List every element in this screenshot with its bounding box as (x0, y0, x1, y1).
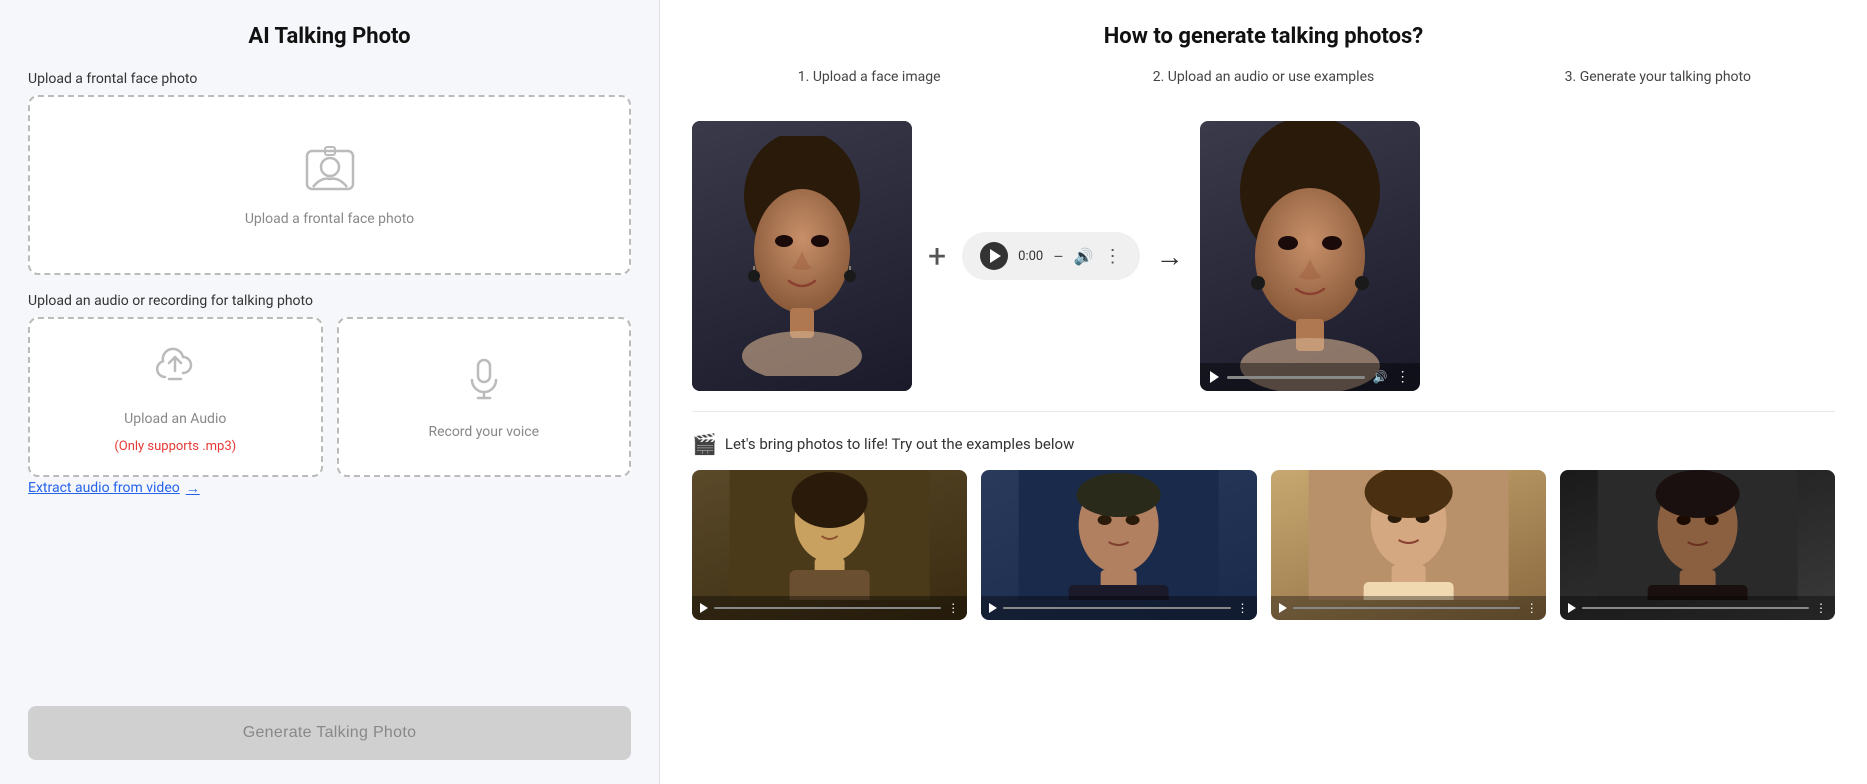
face-section-label: Upload a frontal face photo (28, 71, 631, 87)
audio-section-label: Upload an audio or recording for talking… (28, 293, 631, 309)
example-thumb-mona[interactable]: ⋮ (692, 470, 967, 620)
result-video-inner (1200, 121, 1420, 391)
thumb-controls-mona: ⋮ (692, 596, 967, 620)
thumb-controls-man1: ⋮ (981, 596, 1256, 620)
man1-progress (1003, 607, 1230, 609)
woman1-more-btn[interactable]: ⋮ (1526, 601, 1538, 615)
man1-more-btn[interactable]: ⋮ (1237, 601, 1249, 615)
volume-icon[interactable]: 🔊 (1074, 247, 1094, 266)
cloud-upload-icon (151, 341, 199, 393)
mona-play-btn[interactable] (700, 603, 708, 613)
demo-row: + 0:00 – 🔊 ⋮ → (692, 121, 1835, 412)
audio-player[interactable]: 0:00 – 🔊 ⋮ (962, 232, 1140, 280)
page-title: AI Talking Photo (28, 24, 631, 49)
woman1-progress (1293, 607, 1520, 609)
record-voice-zone[interactable]: Record your voice (337, 317, 632, 477)
left-panel: AI Talking Photo Upload a frontal face p… (0, 0, 660, 784)
arrow-separator: → (1156, 240, 1184, 273)
demo-photo-placeholder (692, 121, 912, 391)
result-more-button[interactable]: ⋮ (1396, 369, 1410, 385)
demo-face-photo (692, 121, 912, 391)
record-zone-inner: Record your voice (428, 319, 539, 475)
audio-upload-label: Upload an Audio (124, 411, 226, 427)
audio-mp3-note: (Only supports .mp3) (114, 439, 236, 454)
examples-header: 🎬 Let's bring photos to life! Try out th… (692, 432, 1835, 456)
step-3-label: 3. Generate your talking photo (1481, 69, 1835, 85)
generate-talking-photo-button[interactable]: Generate Talking Photo (28, 706, 631, 760)
audio-zone-inner: Upload an Audio (Only supports .mp3) (114, 319, 236, 475)
face-upload-section: Upload a frontal face photo Upload a fro… (28, 71, 631, 275)
example-thumb-man2[interactable]: ⋮ (1560, 470, 1835, 620)
man1-play-btn[interactable] (989, 603, 997, 613)
result-video: 🔊 ⋮ (1200, 121, 1420, 391)
dash-separator: – (1053, 247, 1064, 266)
play-icon (990, 249, 1001, 263)
steps-row: 1. Upload a face image 2. Upload an audi… (692, 69, 1835, 103)
result-play-button[interactable] (1210, 371, 1219, 383)
man2-more-btn[interactable]: ⋮ (1815, 601, 1827, 615)
woman1-play-btn[interactable] (1279, 603, 1287, 613)
face-upload-zone[interactable]: Upload a frontal face photo (28, 95, 631, 275)
audio-upload-zone[interactable]: Upload an Audio (Only supports .mp3) (28, 317, 323, 477)
man2-play-btn[interactable] (1568, 603, 1576, 613)
mona-more-btn[interactable]: ⋮ (947, 601, 959, 615)
right-title: How to generate talking photos? (692, 24, 1835, 49)
step-1-label: 1. Upload a face image (692, 69, 1046, 85)
result-volume-icon[interactable]: 🔊 (1373, 370, 1388, 384)
extract-audio-link[interactable]: Extract audio from video → (28, 480, 200, 497)
extract-arrow: → (186, 480, 200, 497)
audio-play-button[interactable] (980, 242, 1008, 270)
audio-row: Upload an Audio (Only supports .mp3) (28, 317, 631, 477)
audio-time: 0:00 (1018, 249, 1043, 264)
examples-section: 🎬 Let's bring photos to life! Try out th… (692, 432, 1835, 620)
examples-header-text: Let's bring photos to life! Try out the … (725, 435, 1074, 453)
right-panel: How to generate talking photos? 1. Uploa… (660, 0, 1867, 784)
record-label: Record your voice (428, 424, 539, 440)
examples-grid: ⋮ (692, 470, 1835, 620)
example-thumb-man1[interactable]: ⋮ (981, 470, 1256, 620)
result-video-controls: 🔊 ⋮ (1200, 363, 1420, 391)
extract-link-text: Extract audio from video (28, 480, 180, 496)
face-upload-label: Upload a frontal face photo (245, 211, 414, 227)
thumb-controls-man2: ⋮ (1560, 596, 1835, 620)
mona-progress (714, 607, 941, 609)
face-upload-icon (303, 143, 357, 201)
film-icon: 🎬 (692, 432, 717, 456)
example-thumb-woman1[interactable]: ⋮ (1271, 470, 1546, 620)
step-2-label: 2. Upload an audio or use examples (1086, 69, 1440, 85)
audio-upload-section: Upload an audio or recording for talking… (28, 293, 631, 497)
result-progress-bar (1227, 376, 1365, 379)
audio-more-button[interactable]: ⋮ (1104, 246, 1122, 267)
plus-separator: + (928, 237, 946, 275)
thumb-controls-woman1: ⋮ (1271, 596, 1546, 620)
man2-progress (1582, 607, 1809, 609)
mic-icon (460, 354, 508, 406)
